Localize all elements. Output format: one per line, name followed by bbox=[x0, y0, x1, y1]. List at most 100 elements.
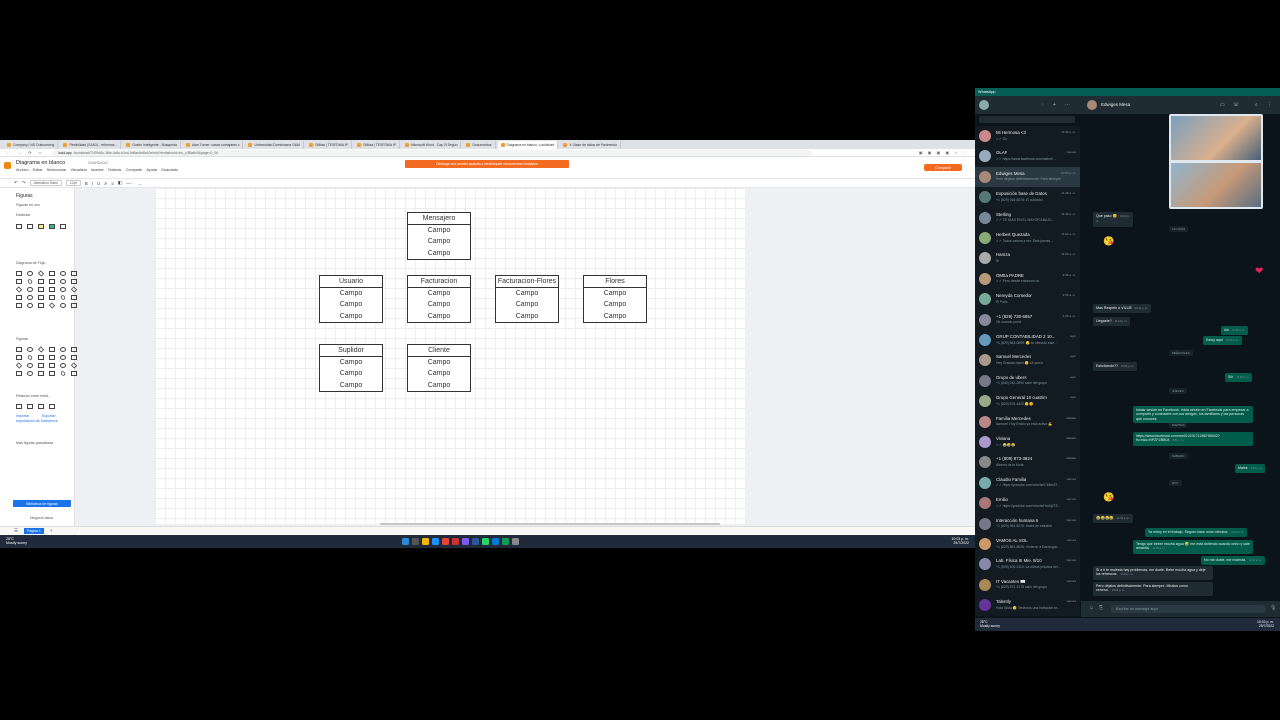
message-bubble[interactable]: Llegaste? 11:12 p. m. bbox=[1093, 317, 1131, 327]
arrow-style-icon[interactable]: → bbox=[137, 181, 142, 186]
basic-shape-icon[interactable] bbox=[15, 362, 23, 369]
entity-title[interactable]: Cliente bbox=[408, 345, 470, 357]
entity-title[interactable]: Flores bbox=[584, 276, 646, 288]
entity-title[interactable]: Mensajero bbox=[408, 213, 470, 225]
shared-photo[interactable] bbox=[1169, 114, 1263, 209]
lucid-logo-icon[interactable] bbox=[4, 162, 11, 169]
document-title[interactable]: Diagrama en blanco bbox=[16, 160, 65, 166]
message-bubble[interactable]: Pero déjalos definitivamente. Para siemp… bbox=[1093, 582, 1213, 596]
entity-table[interactable]: Suplidor Campo Campo Campo bbox=[319, 344, 383, 392]
search-icon[interactable]: ⌕ bbox=[1255, 102, 1258, 108]
basic-shape-icon[interactable] bbox=[60, 355, 66, 360]
menu-icon[interactable]: ⋮ bbox=[1267, 102, 1272, 108]
flowchart-shape-icon[interactable] bbox=[48, 302, 56, 309]
chat-list-item[interactable]: Edwiges Mesa Pero déjalos definitivamente… bbox=[975, 166, 1080, 187]
shape-library-button[interactable]: Biblioteca de figuras bbox=[13, 500, 71, 507]
message-bubble[interactable]: Iniciar sesión en Facebook. Inicia sesió… bbox=[1133, 406, 1253, 424]
entity-table[interactable]: Usuario Campo Campo Campo bbox=[319, 275, 383, 323]
chat-list-item[interactable]: +1 (829) 730-6957 Ok cuando pued 9:25 a. m… bbox=[975, 310, 1080, 330]
flowchart-shape-icon[interactable] bbox=[49, 271, 55, 276]
entity-field[interactable]: Campo bbox=[408, 311, 470, 323]
fill-icon[interactable]: ◧ bbox=[118, 180, 122, 186]
message-bubble[interactable]: Si a ti te molesta hay problemas, me due… bbox=[1093, 566, 1213, 580]
flowchart-shape-icon[interactable] bbox=[71, 279, 77, 284]
line-style-icon[interactable]: — · bbox=[126, 181, 133, 186]
entity-field[interactable]: Campo bbox=[320, 357, 382, 369]
basic-shape-icon[interactable] bbox=[60, 347, 66, 352]
salesforce-import-link[interactable]: Importación de Salesforce bbox=[16, 419, 58, 423]
basic-shape-icon[interactable] bbox=[71, 371, 77, 376]
basic-shape-icon[interactable] bbox=[71, 347, 77, 352]
chat-list-item[interactable]: Samuel Mercedes Hey Gracias mami 🙂 Un poc… bbox=[975, 350, 1080, 370]
italic-icon[interactable]: I bbox=[92, 181, 93, 186]
entity-field[interactable]: Campo bbox=[408, 225, 470, 237]
flowchart-shape-icon[interactable] bbox=[16, 295, 22, 300]
export-link[interactable]: Exportar bbox=[42, 414, 56, 418]
flowchart-shape-icon[interactable] bbox=[27, 303, 33, 308]
browser-tab[interactable]: Gustin Inteligente - Búsqueda bbox=[123, 140, 181, 149]
entity-field[interactable]: Campo bbox=[496, 288, 558, 300]
chat-list-item[interactable]: Interacción humana 6 +1 (829) 364-8276: A… bbox=[975, 514, 1080, 534]
microphone-icon[interactable]: 🎙 bbox=[1270, 605, 1276, 611]
app-icon[interactable] bbox=[492, 538, 499, 545]
section-er[interactable]: Relación entre entid... bbox=[16, 394, 51, 398]
flowchart-shape-icon[interactable] bbox=[38, 279, 44, 284]
chat-list-item[interactable]: +1 (809) 973-3824 Alberto de la Mota sábad… bbox=[975, 452, 1080, 472]
section-more-shapes[interactable]: Más figuras grandiosas bbox=[16, 441, 53, 445]
section-shapes[interactable]: Figuras bbox=[16, 337, 28, 341]
chat-list-item[interactable]: VAMOS AL SOL +1 (829) 861-8026: Vinieron … bbox=[975, 534, 1080, 554]
app-icon[interactable] bbox=[512, 538, 519, 545]
system-clock[interactable]: 10:03 p. m. 25/7/2022 bbox=[1257, 620, 1274, 628]
browser-tab[interactable]: Alan Turner: casos sumajares c bbox=[182, 140, 244, 149]
chat-list-item[interactable]: Sterling ✓✓ TE IGAS EN EL MAYOR ABAJO... 1… bbox=[975, 208, 1080, 228]
browser-tab[interactable]: X: Base de datos de Pavimento bbox=[560, 140, 621, 149]
app-icon[interactable] bbox=[502, 538, 509, 545]
chat-list-item[interactable]: Familia Mercedes Samuel: Hoy Emilio ya es… bbox=[975, 412, 1080, 432]
flowchart-shape-icon[interactable] bbox=[16, 271, 22, 276]
browser-tab[interactable]: Documentos bbox=[463, 140, 496, 149]
message-bubble[interactable]: Así 11:36 p. m. bbox=[1221, 326, 1248, 336]
basic-shape-icon[interactable] bbox=[27, 347, 33, 352]
text-color-icon[interactable]: A bbox=[104, 181, 107, 186]
add-page-icon[interactable]: + bbox=[50, 528, 53, 533]
message-bubble[interactable]: Sííí 11:16 p. m. bbox=[1225, 373, 1253, 383]
message-bubble[interactable]: Malek 8:53 p. m. bbox=[1235, 464, 1266, 474]
start-icon[interactable] bbox=[402, 538, 409, 545]
share-button[interactable]: Compartir bbox=[924, 164, 962, 171]
attach-icon[interactable]: ⎘ bbox=[1099, 605, 1103, 611]
chat-list-item[interactable]: Hamza Sí 11:00 a. m. bbox=[975, 248, 1080, 268]
browser-tab[interactable]: Microsoft Word - Cap 2f Según bbox=[401, 140, 462, 149]
entity-field[interactable]: Campo bbox=[408, 236, 470, 248]
entity-field[interactable]: Campo bbox=[320, 288, 382, 300]
flowchart-shape-icon[interactable] bbox=[49, 287, 55, 292]
chat-list-item[interactable]: Viviana ✓✓ 😂😂😂 sábado bbox=[975, 432, 1080, 452]
entity-title[interactable]: Facturacion-Flores bbox=[496, 276, 558, 288]
basic-shape-icon[interactable] bbox=[38, 363, 44, 368]
er-table-icon[interactable] bbox=[49, 404, 55, 409]
basic-shape-icon[interactable] bbox=[16, 371, 22, 376]
message-bubble[interactable]: Que paso 😊 10:02 p. m. bbox=[1093, 212, 1133, 227]
menu-item-7[interactable]: Ayuda bbox=[146, 168, 157, 172]
app-icon[interactable] bbox=[452, 538, 459, 545]
rectangle-shape-icon[interactable] bbox=[27, 224, 33, 229]
chat-search-input[interactable] bbox=[979, 116, 1075, 123]
entity-field[interactable]: Campo bbox=[320, 368, 382, 380]
flowchart-shape-icon[interactable] bbox=[60, 287, 66, 292]
entity-field[interactable]: Campo bbox=[584, 311, 646, 323]
line-shape-icon[interactable] bbox=[60, 224, 66, 229]
message-bubble[interactable]: Estudiando?? 12:01 p. m. bbox=[1093, 362, 1137, 372]
align-icon[interactable]: ≡ bbox=[111, 181, 114, 186]
contact-avatar[interactable] bbox=[1087, 100, 1097, 110]
browser-tab[interactable]: OMtaa | TESFDMA IP bbox=[305, 140, 352, 149]
browser-tab[interactable]: Diagrama en blanco: Lucidchart bbox=[497, 140, 559, 149]
browser-tab[interactable]: Company | NS Outsourcing bbox=[4, 140, 59, 149]
chat-list-item[interactable]: IT Vacantes 📖 +1 (829) 572-2178 salió del… bbox=[975, 575, 1080, 595]
menu-item-2[interactable]: Seleccionar bbox=[47, 168, 67, 172]
flowchart-shape-icon[interactable] bbox=[38, 295, 44, 300]
browser-tab[interactable]: Flexibilidad (SJAD) - reformas... bbox=[60, 140, 122, 149]
message-input[interactable]: Escribe un mensaje aquí bbox=[1111, 605, 1266, 613]
system-tray[interactable]: 10:03 p. m. 25/7/2022 bbox=[951, 537, 969, 546]
flowchart-shape-icon[interactable] bbox=[16, 279, 22, 284]
bold-icon[interactable]: B bbox=[85, 181, 88, 186]
chat-list-item[interactable]: Mi Hermosa <3 ✓✓ Ok 11:49 p. m. bbox=[975, 126, 1080, 146]
